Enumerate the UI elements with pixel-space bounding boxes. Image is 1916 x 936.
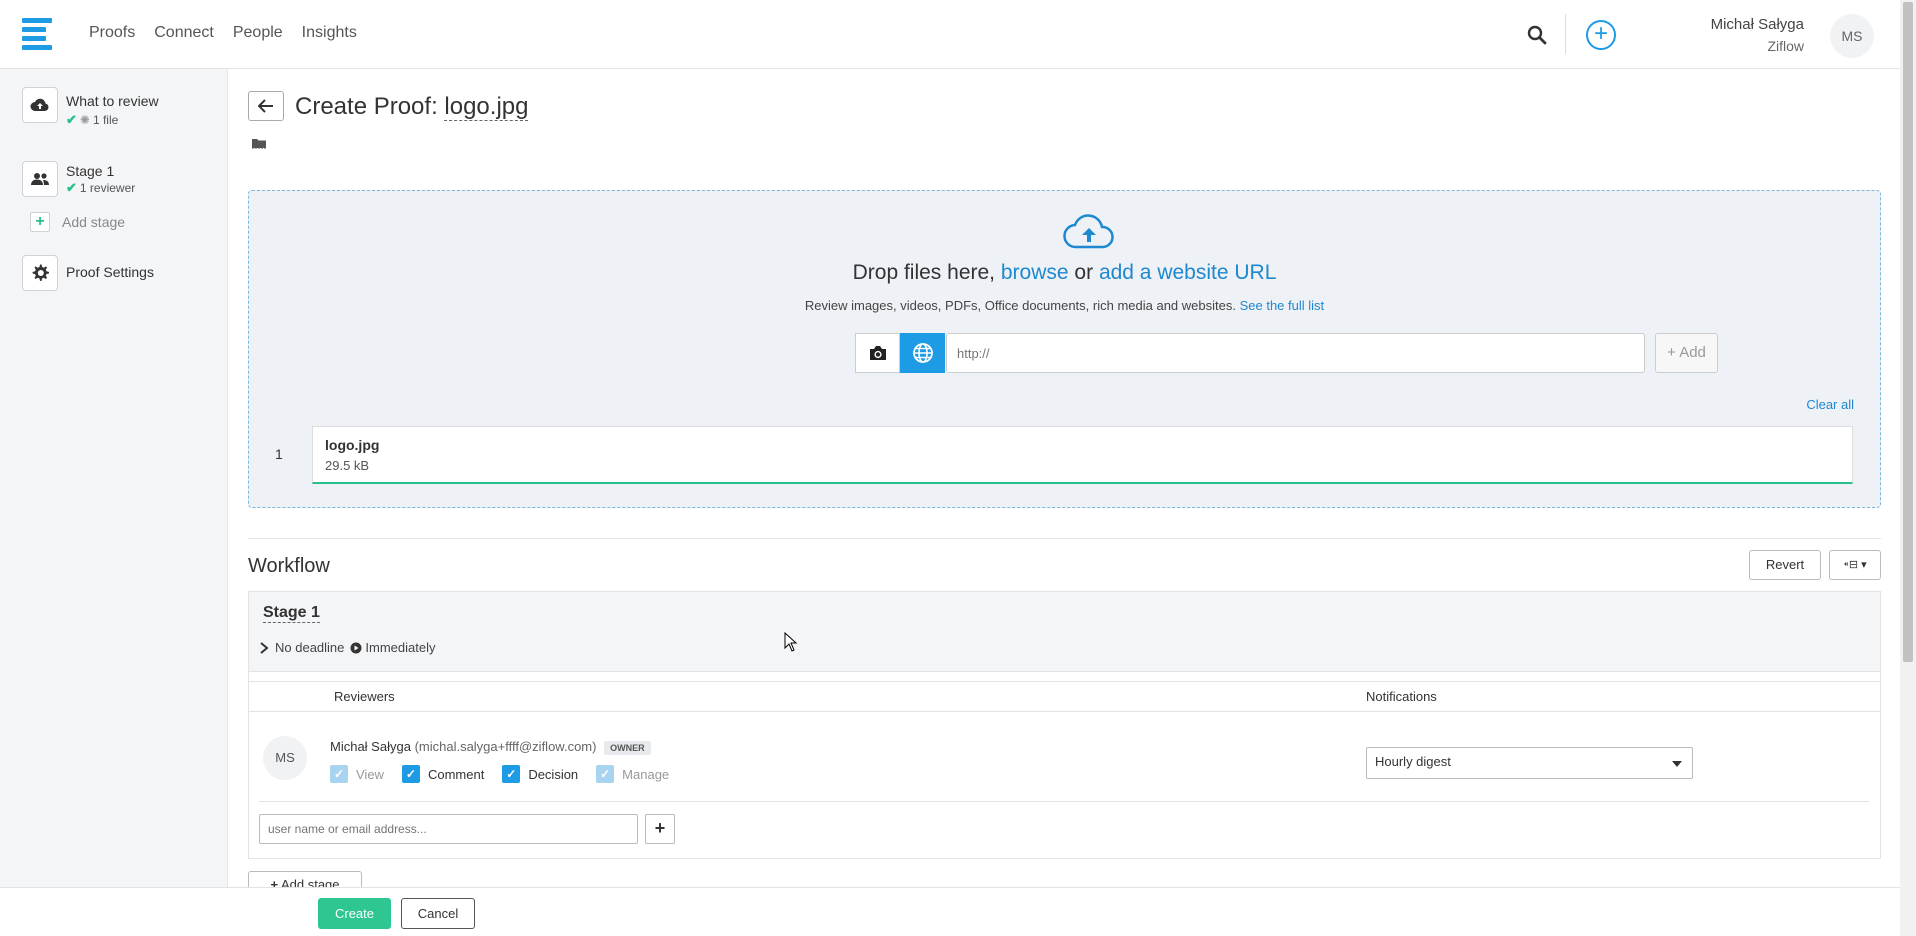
title-prefix: Create Proof: (295, 93, 438, 120)
create-button[interactable]: Create (318, 898, 391, 929)
page-title: Create Proof: logo.jpg (295, 93, 529, 121)
back-button[interactable] (248, 91, 284, 121)
people-icon (22, 161, 58, 197)
nav-connect[interactable]: Connect (154, 24, 214, 42)
nav-proofs[interactable]: Proofs (89, 24, 135, 42)
deadline-text: No deadline (275, 640, 345, 655)
scrollbar[interactable] (1900, 0, 1916, 936)
manage-label: Manage (622, 766, 670, 782)
col-notifications: Notifications (1366, 689, 1437, 704)
user-avatar[interactable]: MS (1830, 14, 1874, 58)
sidebar-label: Stage 1 (66, 163, 115, 179)
folder-icon[interactable] (252, 137, 266, 149)
add-url-link[interactable]: add a website URL (1099, 261, 1276, 284)
reviewer-identity: Michał Sałyga (michal.salyga+ffff@ziflow… (330, 739, 651, 755)
comment-checkbox[interactable]: ✓ (401, 765, 420, 783)
notification-select[interactable]: Hourly digest (1366, 747, 1693, 779)
comment-label: Comment (427, 766, 485, 782)
file-count: 1 file (92, 113, 119, 127)
source-mode-toggle (855, 333, 945, 373)
chevron-right-icon (260, 641, 269, 654)
add-reviewer-button[interactable]: + (645, 814, 675, 844)
template-icon: ⁌⊟ ▾ (1843, 559, 1867, 571)
main-content: Create Proof: logo.jpg Drop files here, … (228, 69, 1900, 889)
check-icon: ✔ (66, 112, 77, 127)
main-nav: Proofs Connect People Insights (89, 24, 357, 42)
notification-value: Hourly digest (1375, 754, 1451, 769)
gear-icon (22, 255, 58, 291)
file-size: 29.5 kB (325, 458, 370, 473)
col-reviewers: Reviewers (334, 689, 395, 704)
stage-meta[interactable]: No deadline Immediately (259, 640, 435, 655)
avatar: MS (263, 736, 307, 780)
add-reviewer-input[interactable] (259, 814, 638, 844)
reviewer-email: (michal.salyga+ffff@ziflow.com) (414, 739, 597, 754)
check-icon: ✔ (66, 180, 77, 195)
globe-icon[interactable] (900, 333, 945, 373)
menu-icon[interactable] (22, 18, 52, 50)
workflow-title: Workflow (248, 555, 330, 577)
add-stage-label: Add stage (62, 214, 126, 230)
add-url-button[interactable]: + Add (1655, 333, 1718, 373)
reviewer-name: Michał Sałyga (330, 739, 411, 754)
plus-icon: + (30, 212, 50, 232)
scrollbar-thumb[interactable] (1903, 2, 1913, 662)
cloud-upload-icon (1063, 214, 1114, 249)
browse-link[interactable]: browse (1001, 261, 1069, 284)
manage-checkbox[interactable]: ✓ (596, 765, 615, 783)
nav-people[interactable]: People (233, 24, 283, 42)
chevron-down-icon (1672, 761, 1682, 767)
reviewers-table-header: Reviewers Notifications (249, 681, 1880, 712)
stage-name[interactable]: Stage 1 (263, 604, 320, 623)
clear-all-link[interactable]: Clear all (1806, 397, 1854, 412)
file-dropzone[interactable]: Drop files here, browse or add a website… (248, 190, 1881, 508)
top-bar: Proofs Connect People Insights + Michał … (0, 0, 1900, 69)
cloud-upload-icon (22, 87, 58, 123)
sidebar: What to review ✔ ✺ 1 file Stage 1 ✔ 1 re… (0, 69, 228, 889)
sidebar-item-stage-1[interactable]: Stage 1 ✔ 1 reviewer (22, 161, 135, 197)
cancel-button[interactable]: Cancel (401, 898, 475, 929)
divider (248, 538, 1881, 539)
view-label: View (356, 766, 384, 782)
decision-checkbox[interactable]: ✓ (502, 765, 521, 783)
sidebar-add-stage[interactable]: + Add stage (30, 212, 125, 232)
view-checkbox[interactable]: ✓ (330, 765, 348, 783)
mouse-cursor-icon (784, 632, 798, 652)
full-list-link[interactable]: See the full list (1240, 298, 1325, 313)
nav-insights[interactable]: Insights (302, 24, 357, 42)
reviewer-permissions: ✓ View ✓ Comment ✓ Decision ✓ Manage (330, 765, 679, 783)
stage-card: Stage 1 No deadline Immediately Reviewer… (248, 591, 1881, 859)
user-org: Ziflow (1767, 38, 1804, 54)
reviewer-count: 1 reviewer (79, 181, 136, 195)
camera-icon[interactable] (855, 333, 900, 373)
supported-types: Review images, videos, PDFs, Office docu… (804, 298, 1325, 313)
divider (1565, 14, 1566, 54)
spinner-icon: ✺ (79, 113, 90, 127)
url-input[interactable] (946, 333, 1645, 373)
owner-badge: OWNER (604, 740, 651, 755)
stage-header: Stage 1 No deadline Immediately (249, 592, 1880, 672)
footer-bar: Create Cancel (0, 887, 1900, 936)
workflow-template-dropdown[interactable]: ⁌⊟ ▾ (1829, 550, 1881, 580)
revert-button[interactable]: Revert (1749, 550, 1821, 580)
decision-label: Decision (528, 766, 579, 782)
file-item[interactable]: logo.jpg 29.5 kB (312, 426, 1853, 484)
file-name: logo.jpg (325, 437, 380, 453)
sidebar-label: What to review (66, 93, 159, 109)
divider (259, 801, 1869, 802)
file-index: 1 (275, 446, 283, 462)
proof-name[interactable]: logo.jpg (444, 93, 529, 121)
sidebar-item-proof-settings[interactable]: Proof Settings (22, 255, 154, 291)
drop-instructions: Drop files here, browse or add a website… (852, 261, 1277, 284)
start-text: Immediately (365, 640, 436, 655)
arrow-left-icon (258, 99, 273, 113)
sidebar-label: Proof Settings (66, 264, 154, 280)
create-plus-icon[interactable]: + (1586, 20, 1616, 50)
user-name: Michał Sałyga (1710, 16, 1804, 33)
sidebar-item-what-to-review[interactable]: What to review ✔ ✺ 1 file (22, 87, 159, 128)
play-circle-icon (350, 642, 362, 653)
search-icon[interactable] (1526, 24, 1548, 46)
